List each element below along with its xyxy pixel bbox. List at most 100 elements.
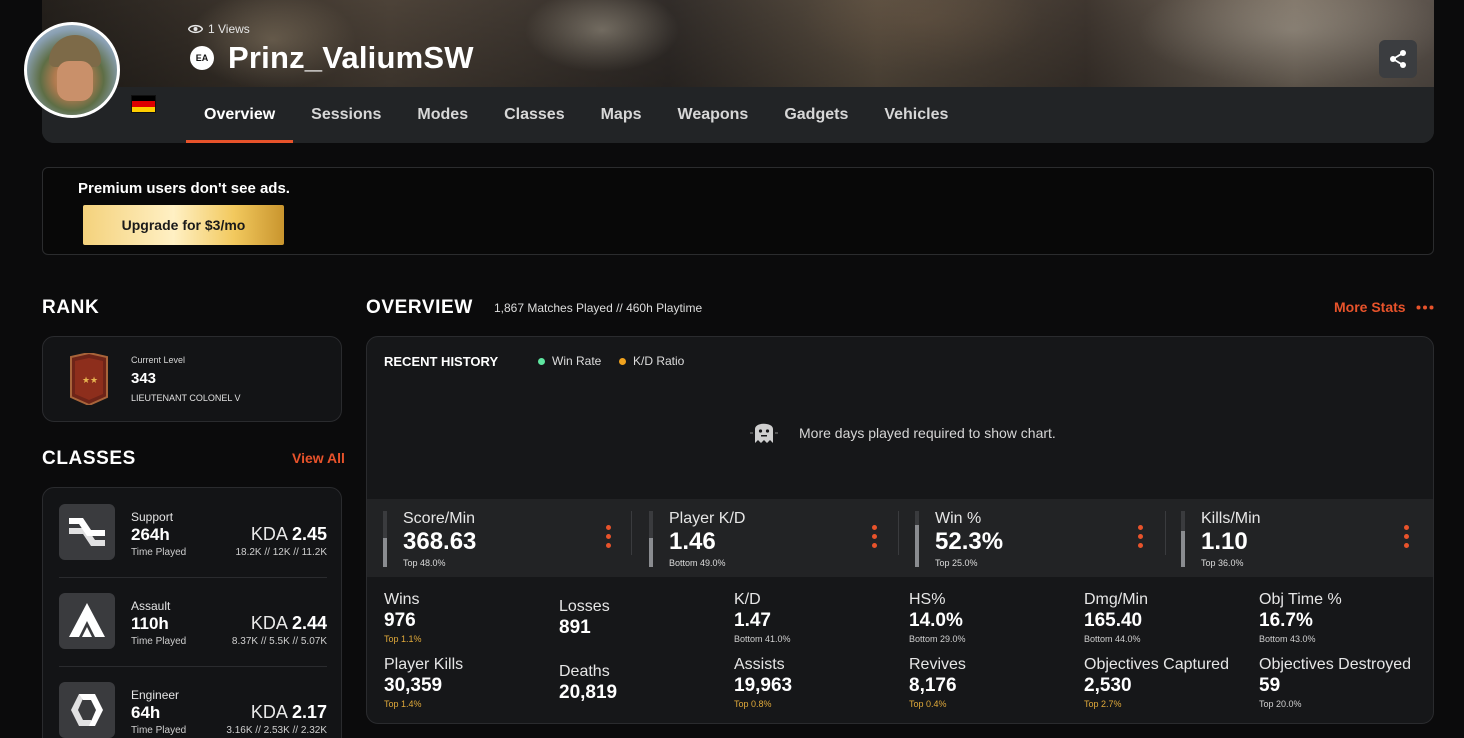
stat-label: Objectives Destroyed: [1259, 656, 1412, 673]
class-time-label: Time Played: [131, 636, 187, 647]
class-row-assault[interactable]: Assault 110h Time Played KDA 2.44 8.37K // 5…: [59, 581, 327, 661]
class-icon-tile: [59, 593, 115, 649]
main-stat-label: Kills/Min: [1201, 510, 1261, 527]
stat-rank: Top 1.4%: [384, 699, 422, 709]
stat-value: 976: [384, 610, 416, 631]
class-row-support[interactable]: Support 264h Time Played KDA 2.45 18.2K // 1…: [59, 492, 327, 572]
stat-label: Obj Time %: [1259, 591, 1342, 608]
stat-value: 19,963: [734, 675, 793, 696]
main-stat-value: 52.3%: [935, 528, 1004, 555]
no-chart-text: More days played required to show chart.: [799, 425, 1056, 441]
rank-name: LIEUTENANT COLONEL V: [131, 393, 241, 403]
premium-banner: Premium users don't see ads. Upgrade for…: [42, 167, 1434, 255]
class-time-label: Time Played: [131, 547, 187, 558]
class-kda: KDA 2.17: [251, 702, 327, 723]
tab-gadgets[interactable]: Gadgets: [766, 87, 866, 143]
stat-assists: Assists 19,963 Top 0.8%: [734, 656, 909, 718]
menu-dot: [606, 543, 611, 548]
main-stat-kills-min: Kills/Min 1.10 Top 36.0%: [1165, 499, 1432, 577]
stat-rank: Top 20.0%: [1259, 699, 1302, 709]
support-class-icon: [69, 518, 105, 546]
stat-rank: Bottom 41.0%: [734, 634, 791, 644]
view-count: 1 Views: [188, 22, 250, 36]
stat-label: Dmg/Min: [1084, 591, 1149, 608]
menu-dot: [1404, 525, 1409, 530]
stat-value: 2,530: [1084, 675, 1132, 696]
recent-history-title: RECENT HISTORY: [384, 354, 499, 369]
stat-separator: [631, 511, 632, 555]
legend-dot: [538, 357, 545, 365]
menu-dot: [872, 525, 877, 530]
classes-view-all-link[interactable]: View All: [292, 450, 345, 466]
tab-modes[interactable]: Modes: [399, 87, 486, 143]
stat-menu-button[interactable]: [872, 525, 878, 548]
stat-objectives-destroyed: Objectives Destroyed 59 Top 20.0%: [1259, 656, 1433, 718]
no-chart-message: More days played required to show chart.: [749, 419, 1056, 447]
class-kda-detail: 8.37K // 5.5K // 5.07K: [231, 636, 327, 647]
stat-value: 891: [559, 617, 591, 638]
class-kda-detail: 18.2K // 12K // 11.2K: [235, 547, 327, 558]
class-hours: 264h: [131, 525, 170, 544]
legend-dot: [619, 357, 626, 365]
stat-label: HS%: [909, 591, 946, 608]
class-hours: 64h: [131, 703, 161, 722]
stat-deaths: Deaths 20,819: [559, 663, 734, 723]
menu-dot: [606, 525, 611, 530]
percentile-bar: [383, 511, 387, 567]
class-row-engineer[interactable]: Engineer 64h Time Played KDA 2.17 3.16K // 2…: [59, 670, 327, 738]
main-stat-win-: Win % 52.3% Top 25.0%: [899, 499, 1166, 577]
kda-value: 2.17: [291, 702, 327, 722]
stat-label: K/D: [734, 591, 761, 608]
upgrade-button[interactable]: Upgrade for $3/mo: [83, 205, 284, 245]
stat-label: Assists: [734, 656, 785, 673]
stat-menu-button[interactable]: [1138, 525, 1144, 548]
page: 1 Views EA Prinz_ValiumSW Overview Sessio…: [0, 0, 1464, 738]
tab-vehicles[interactable]: Vehicles: [866, 87, 966, 143]
stat-value: 1.47: [734, 610, 771, 631]
player-name-row: EA Prinz_ValiumSW: [190, 40, 474, 76]
main-stat-rank: Top 25.0%: [935, 558, 978, 568]
class-divider: [59, 577, 327, 578]
tab-weapons[interactable]: Weapons: [660, 87, 767, 143]
menu-dot: [1138, 543, 1143, 548]
percentile-bar-fill: [915, 525, 919, 567]
stat-value: 14.0%: [909, 610, 963, 631]
share-button[interactable]: [1379, 40, 1417, 78]
stat-menu-button[interactable]: [1404, 525, 1410, 548]
menu-dot: [1138, 525, 1143, 530]
percentile-bar-fill: [383, 537, 387, 567]
more-stats-label: More Stats: [1334, 299, 1406, 315]
class-name: Support: [131, 510, 174, 524]
legend-label: K/D Ratio: [633, 354, 685, 368]
main-stats-row: Score/Min 368.63 Top 48.0% Player K/D 1.46 Bo…: [367, 499, 1433, 577]
percentile-bar-fill: [649, 538, 653, 567]
tab-maps[interactable]: Maps: [583, 87, 660, 143]
stat-rank: Top 1.1%: [384, 634, 422, 644]
svg-text:★: ★: [82, 375, 90, 385]
legend-kd-ratio: K/D Ratio: [619, 354, 684, 368]
stat-label: Losses: [559, 598, 610, 615]
main-stat-label: Score/Min: [403, 510, 476, 527]
tab-overview[interactable]: Overview: [186, 87, 294, 143]
stat-hs-: HS% 14.0% Bottom 29.0%: [909, 591, 1084, 653]
stat-rank: Top 2.7%: [1084, 699, 1122, 709]
flag-stripe-3: [132, 106, 155, 112]
legend-win-rate: Win Rate: [538, 354, 601, 368]
more-stats-link[interactable]: More Stats: [1334, 299, 1434, 315]
class-kda: KDA 2.44: [251, 613, 327, 634]
stat-obj-time-: Obj Time % 16.7% Bottom 43.0%: [1259, 591, 1433, 653]
rank-badge-icon: ★ ★: [70, 353, 108, 405]
stat-rank: Top 0.8%: [734, 699, 772, 709]
rank-level-label: Current Level: [131, 355, 186, 365]
stat-label: Wins: [384, 591, 420, 608]
class-icon-tile: [59, 682, 115, 738]
stat-menu-button[interactable]: [606, 525, 612, 548]
stat-losses: Losses 891: [559, 598, 734, 660]
view-count-text: 1 Views: [208, 22, 250, 36]
legend-label: Win Rate: [552, 354, 602, 368]
assault-class-icon: [69, 603, 105, 637]
stat-player-kills: Player Kills 30,359 Top 1.4%: [384, 656, 559, 718]
tab-classes[interactable]: Classes: [486, 87, 583, 143]
main-stat-rank: Top 48.0%: [403, 558, 446, 568]
tab-sessions[interactable]: Sessions: [293, 87, 399, 143]
